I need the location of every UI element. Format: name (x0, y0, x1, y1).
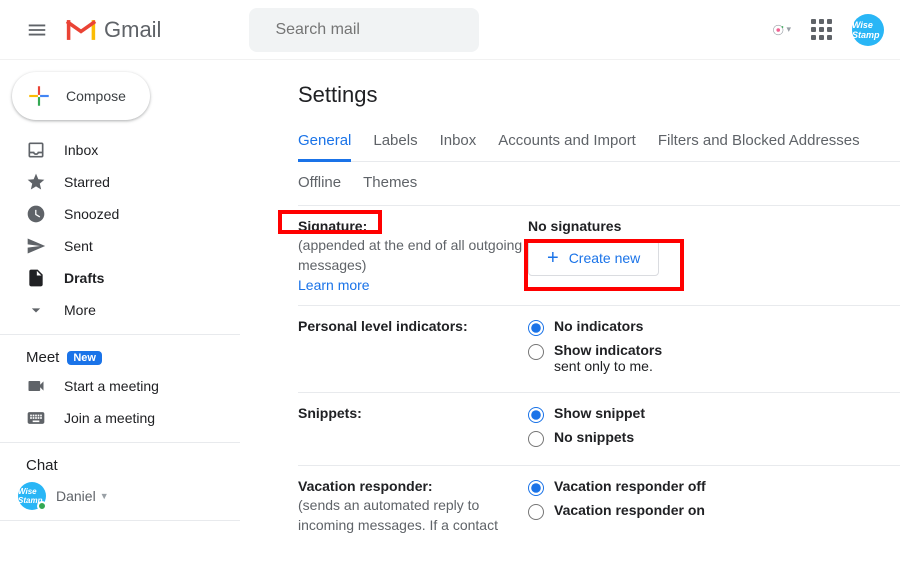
vacation-sub: (sends an automated reply to incoming me… (298, 496, 528, 535)
divider (0, 520, 240, 521)
tab-inbox[interactable]: Inbox (440, 124, 477, 161)
nav-sent[interactable]: Sent (0, 230, 246, 262)
tab-accounts[interactable]: Accounts and Import (498, 124, 636, 161)
signature-sub: (appended at the end of all outgoing mes… (298, 236, 528, 275)
divider (0, 334, 240, 335)
inbox-icon (26, 140, 46, 160)
nav-label: Sent (64, 238, 93, 254)
header-bar: Gmail ▾ Wise Stamp (0, 0, 900, 60)
online-indicator (37, 501, 47, 511)
compose-label: Compose (66, 88, 126, 104)
nav-label: Join a meeting (64, 410, 155, 426)
radio-label[interactable]: Show snippet (554, 405, 645, 421)
chat-section-title: Chat (0, 451, 256, 478)
keyboard-icon (26, 408, 46, 428)
radio-sublabel: sent only to me. (554, 358, 662, 374)
nav-label: More (64, 302, 96, 318)
radio-label[interactable]: No indicators (554, 318, 643, 334)
tab-filters[interactable]: Filters and Blocked Addresses (658, 124, 860, 161)
radio-label[interactable]: Vacation responder off (554, 478, 706, 494)
hamburger-menu-icon[interactable] (16, 9, 58, 51)
radio-no-indicators[interactable] (528, 320, 544, 336)
start-meeting[interactable]: Start a meeting (0, 370, 246, 402)
radio-no-snippets[interactable] (528, 431, 544, 447)
drafts-icon (26, 268, 46, 288)
chevron-down-icon (26, 300, 46, 320)
google-apps-icon[interactable] (805, 13, 838, 46)
account-avatar[interactable]: Wise Stamp (852, 14, 884, 46)
nav-snoozed[interactable]: Snoozed (0, 198, 246, 230)
nav-label: Starred (64, 174, 110, 190)
settings-tabs-row2: Offline Themes (298, 162, 900, 206)
nav-more[interactable]: More (0, 294, 246, 326)
no-signatures-text: No signatures (528, 218, 900, 234)
gmail-logo[interactable] (64, 17, 98, 43)
chat-avatar: Wise Stamp (18, 482, 46, 510)
page-title: Settings (298, 82, 900, 108)
vacation-label: Vacation responder: (298, 478, 528, 494)
join-meeting[interactable]: Join a meeting (0, 402, 246, 434)
setting-snippets: Snippets: Show snippet No snippets (298, 393, 900, 466)
snippets-label: Snippets: (298, 405, 528, 421)
radio-show-indicators[interactable] (528, 344, 544, 360)
radio-label[interactable]: Vacation responder on (554, 502, 705, 518)
setting-vacation: Vacation responder: (sends an automated … (298, 466, 900, 547)
product-name: Gmail (104, 17, 161, 43)
divider (0, 442, 240, 443)
radio-show-snippet[interactable] (528, 407, 544, 423)
radio-vacation-on[interactable] (528, 504, 544, 520)
tab-themes[interactable]: Themes (363, 174, 417, 191)
tab-labels[interactable]: Labels (373, 124, 417, 161)
setting-personal-indicators: Personal level indicators: No indicators… (298, 306, 900, 393)
nav-label: Inbox (64, 142, 98, 158)
nav-label: Snoozed (64, 206, 119, 222)
settings-tabs: General Labels Inbox Accounts and Import… (298, 124, 900, 162)
video-icon (26, 376, 46, 396)
annotation-highlight-create-new (524, 239, 684, 291)
star-icon (26, 172, 46, 192)
sent-icon (26, 236, 46, 256)
chat-user[interactable]: Wise Stamp Daniel ▼ (0, 478, 256, 514)
chevron-down-icon[interactable]: ▼ (100, 491, 109, 501)
tab-general[interactable]: General (298, 124, 351, 162)
nav-starred[interactable]: Starred (0, 166, 246, 198)
nav-label: Start a meeting (64, 378, 159, 394)
settings-main: Settings General Labels Inbox Accounts a… (256, 60, 900, 572)
indicators-label: Personal level indicators: (298, 318, 528, 334)
nav-inbox[interactable]: Inbox (0, 134, 246, 166)
search-box[interactable] (249, 8, 479, 52)
clock-icon (26, 204, 46, 224)
compose-button[interactable]: Compose (12, 72, 150, 120)
meet-section-title: Meet New (0, 343, 256, 370)
annotation-highlight-signature-label (278, 210, 382, 234)
search-input[interactable] (275, 21, 482, 39)
tab-offline[interactable]: Offline (298, 174, 341, 191)
support-icon[interactable]: ▾ (771, 20, 791, 40)
learn-more-link[interactable]: Learn more (298, 277, 370, 293)
nav-drafts[interactable]: Drafts (0, 262, 246, 294)
chat-user-name: Daniel (56, 488, 96, 504)
nav-label: Drafts (64, 270, 104, 286)
sidebar: Compose Inbox Starred Snoozed Sent Draft… (0, 60, 256, 572)
radio-vacation-off[interactable] (528, 480, 544, 496)
new-badge: New (67, 351, 102, 365)
radio-label[interactable]: No snippets (554, 429, 634, 445)
radio-label[interactable]: Show indicators (554, 342, 662, 358)
